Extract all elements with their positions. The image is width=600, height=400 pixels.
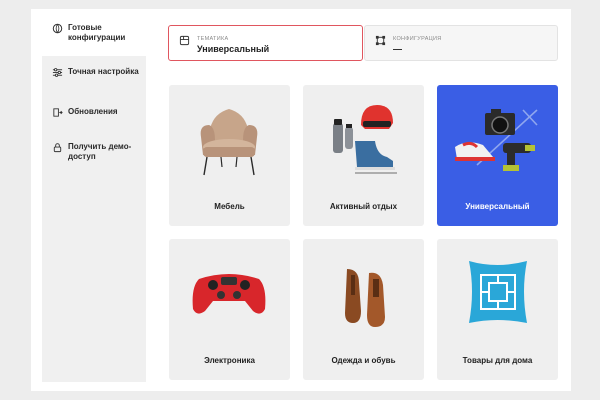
sidebar-item-updates[interactable]: Обновления	[52, 107, 144, 118]
card-label: Электроника	[204, 356, 255, 365]
category-card-universal[interactable]: Универсальный	[437, 85, 558, 226]
category-card-clothing[interactable]: Одежда и обувь	[303, 239, 424, 380]
card-label: Мебель	[214, 202, 245, 211]
sidebar-item-label: Обновления	[68, 107, 118, 116]
sidebar-item-label: Готовые конфигурации	[68, 23, 126, 42]
sidebar-item-label: Точная настройка	[68, 67, 139, 76]
sidebar-item-ready-configs[interactable]: Готовые конфигурации	[52, 23, 144, 43]
armchair-icon	[200, 109, 258, 176]
cube-icon	[179, 35, 190, 46]
sliders-icon	[52, 67, 63, 78]
card-label: Товары для дома	[462, 356, 533, 365]
config-selector-label: КОНФИГУРАЦИЯ	[393, 36, 442, 42]
refresh-icon	[52, 107, 63, 118]
sidebar-panel	[42, 56, 146, 382]
card-label: Активный отдых	[329, 202, 398, 211]
frame-icon	[375, 35, 386, 46]
config-selector-value: —	[393, 44, 402, 54]
theme-selector-label: ТЕМАТИКА	[197, 36, 229, 42]
category-card-furniture[interactable]: Мебель	[169, 85, 290, 226]
theme-selector-value: Универсальный	[197, 44, 270, 54]
sidebar-item-fine-tuning[interactable]: Точная настройка	[52, 67, 144, 78]
theme-selector[interactable]: ТЕМАТИКА Универсальный	[168, 25, 363, 61]
globe-icon	[52, 23, 63, 34]
gamepad-icon	[192, 274, 266, 314]
category-card-home-goods[interactable]: Товары для дома	[437, 239, 558, 380]
mixed-products-icon	[455, 109, 538, 171]
card-label: Одежда и обувь	[331, 356, 396, 365]
category-card-electronics[interactable]: Электроника	[169, 239, 290, 380]
category-card-active-leisure[interactable]: Активный отдых	[303, 85, 424, 226]
sport-gear-icon	[333, 105, 397, 174]
sidebar-item-label: Получить демо-доступ	[68, 142, 132, 161]
config-selector[interactable]: КОНФИГУРАЦИЯ —	[364, 25, 558, 61]
lock-icon	[52, 142, 63, 153]
shoes-icon	[345, 269, 385, 327]
pillow-icon	[469, 261, 527, 323]
card-label: Универсальный	[465, 202, 530, 211]
sidebar-item-demo-access[interactable]: Получить демо-доступ	[52, 142, 144, 162]
